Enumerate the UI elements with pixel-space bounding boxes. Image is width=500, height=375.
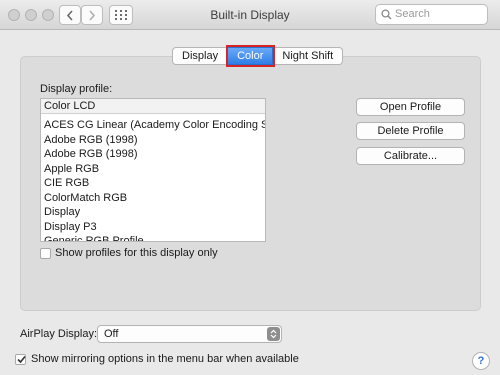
profile-list-item[interactable]: Adobe RGB (1998) [41,147,265,162]
display-profile-list[interactable]: Color LCD ACES CG Linear (Academy Color … [40,98,266,242]
title-bar: Built-in Display Search [0,0,500,30]
mirroring-label: Show mirroring options in the menu bar w… [31,353,299,365]
profile-list-item[interactable]: Display P3 [41,220,265,235]
tab-bar: Display Color Night Shift [172,45,344,67]
current-profile-row[interactable]: Color LCD [41,99,265,114]
profile-list-item[interactable]: CIE RGB [41,176,265,191]
airplay-selected-value: Off [104,328,119,340]
tab-color[interactable]: Color [226,45,276,67]
profile-list-item[interactable]: Adobe RGB (1998) [41,133,265,148]
show-profiles-label: Show profiles for this display only [55,247,218,259]
profile-list-item[interactable]: Display [41,205,265,220]
profile-list-item[interactable]: Generic RGB Profile [41,234,265,241]
profile-list-item[interactable]: Apple RGB [41,162,265,177]
open-profile-button[interactable]: Open Profile [356,98,465,116]
mirroring-checkbox[interactable] [15,354,26,365]
airplay-display-label: AirPlay Display: [20,328,98,340]
delete-profile-button[interactable]: Delete Profile [356,122,465,140]
search-field[interactable]: Search [375,4,488,25]
tab-night-shift[interactable]: Night Shift [273,47,344,65]
tab-display[interactable]: Display [172,47,229,65]
help-button[interactable]: ? [472,352,490,370]
stepper-arrows-icon [267,327,280,341]
show-profiles-checkbox[interactable] [40,248,51,259]
search-placeholder: Search [395,8,430,20]
checkmark-icon [17,355,26,364]
search-icon [381,9,392,20]
profile-list-item[interactable]: ACES CG Linear (Academy Color Encoding S… [41,118,265,133]
profile-list-item[interactable]: ColorMatch RGB [41,191,265,206]
display-profile-label: Display profile: [40,83,113,95]
calibrate-button[interactable]: Calibrate... [356,147,465,165]
airplay-display-select[interactable]: Off [97,325,282,343]
